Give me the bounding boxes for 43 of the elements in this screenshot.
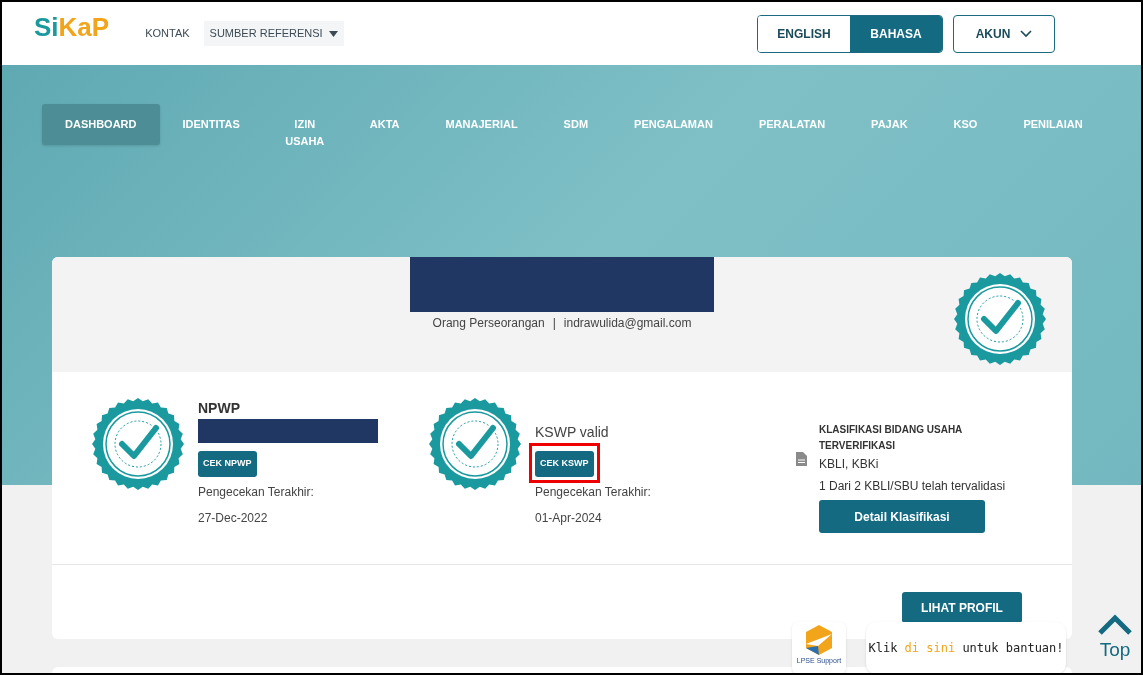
classification-codes: KBLI, KBKi: [819, 456, 879, 473]
verified-stamp-icon: [954, 273, 1046, 365]
check-button[interactable]: CEK NPWP: [198, 451, 257, 477]
classification-title: KLASIFIKASI BIDANG USAHA TERVERIFIKASI: [819, 423, 963, 453]
account-button[interactable]: AKUN: [953, 14, 1055, 53]
nav-tab[interactable]: IZIN USAHA: [262, 104, 347, 161]
last-check-date: 01-Apr-2024: [535, 509, 602, 527]
last-check-label: Pengecekan Terakhir:: [535, 483, 651, 501]
help-link[interactable]: di sini: [904, 641, 956, 655]
caret-down-icon: [328, 30, 338, 37]
chevron-up-icon: [1097, 614, 1133, 636]
classification-status: 1 Dari 2 KBLI/SBU telah tervalidasi: [819, 478, 1006, 495]
nav-tab[interactable]: PERALATAN: [735, 104, 849, 145]
check-title: KSWP valid: [535, 423, 609, 442]
top-button[interactable]: Top: [1092, 614, 1138, 672]
view-profile-button[interactable]: LIHAT PROFIL: [902, 592, 1022, 623]
detail-button[interactable]: Detail Klasifikasi: [819, 500, 985, 533]
paper-plane-icon: [804, 624, 834, 656]
email-text: indrawulida@gmail.com: [563, 315, 692, 332]
separator-text: |: [552, 315, 556, 332]
language-tab[interactable]: BAHASA: [850, 15, 942, 52]
chevron-down-icon: [1020, 29, 1033, 38]
nav-tab[interactable]: PENGALAMAN: [611, 104, 736, 145]
nav-tab[interactable]: AKTA: [346, 104, 423, 145]
check-button[interactable]: CEK KSWP: [535, 451, 594, 477]
verified-stamp-icon: [429, 398, 521, 490]
header-link[interactable]: SUMBER REFERENSI: [203, 21, 344, 46]
check-title: NPWP: [198, 399, 240, 418]
nav-tab[interactable]: SDM: [540, 104, 612, 145]
last-check-label: Pengecekan Terakhir:: [198, 483, 314, 501]
nav-tab[interactable]: KSO: [930, 104, 1001, 145]
document-icon: [796, 452, 807, 466]
nav-tab[interactable]: PENILAIAN: [1000, 104, 1106, 145]
account-type-text: Orang Perseorangan: [432, 315, 545, 332]
sikap-logo: SiKaP: [34, 11, 110, 44]
nav-tab[interactable]: IDENTITAS: [159, 104, 263, 145]
last-check-date: 27-Dec-2022: [198, 509, 268, 527]
header-link[interactable]: KONTAK: [139, 21, 196, 46]
nav-tab[interactable]: DASHBOARD: [42, 104, 160, 145]
nav-tab[interactable]: PAJAK: [848, 104, 931, 145]
verified-stamp-icon: [92, 398, 184, 490]
help-text: Klik di sini untuk bantuan!: [868, 640, 1064, 657]
nav-tab[interactable]: MANAJERIAL: [422, 104, 541, 145]
